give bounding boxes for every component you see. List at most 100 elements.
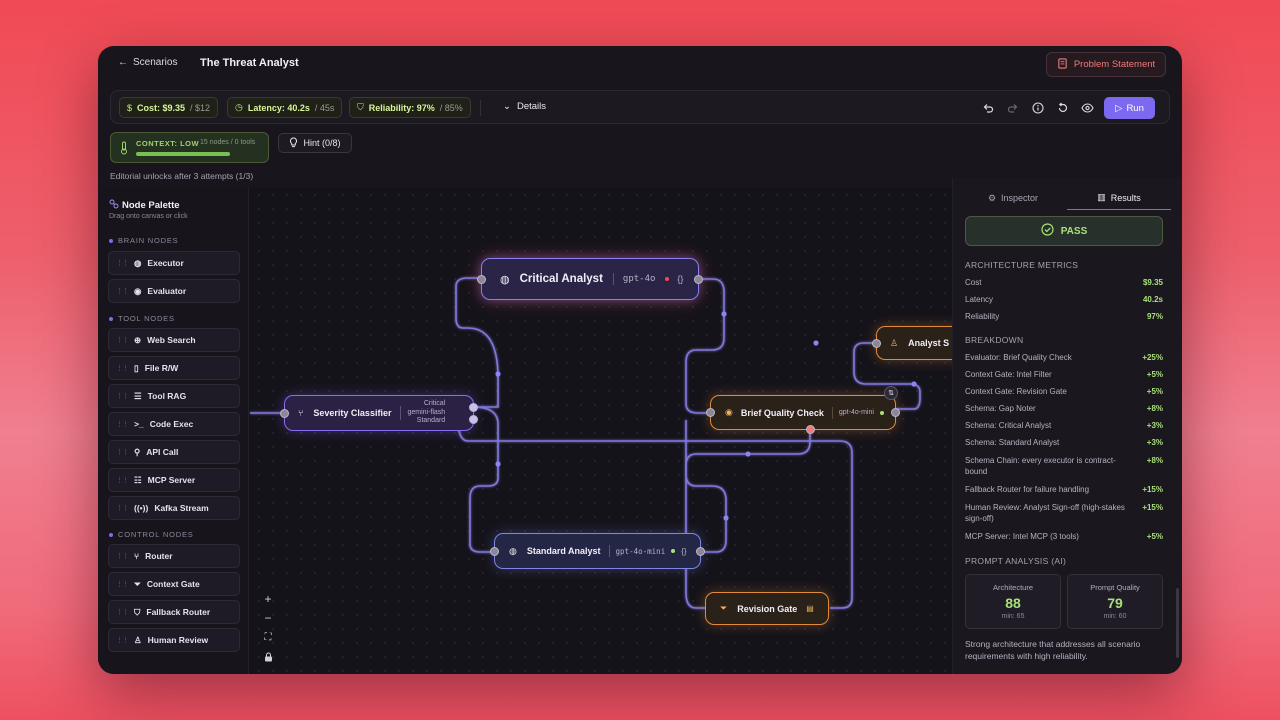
breakdown-row: Context Gate: Revision Gate +5% (965, 387, 1163, 396)
route-standard: Standard (416, 417, 446, 425)
node-title: Analyst S (908, 338, 950, 348)
output-port[interactable] (694, 275, 703, 284)
output-port-critical[interactable] (469, 403, 478, 412)
breakdown-row: Evaluator: Brief Quality Check +25% (965, 353, 1163, 362)
top-bar: ← Scenarios The Threat Analyst Problem S… (98, 46, 1182, 82)
breakdown-row: Human Review: Analyst Sign-off (high-sta… (965, 503, 1163, 523)
fit-view-icon[interactable]: ⛶ (260, 629, 276, 645)
problem-statement-button[interactable]: Problem Statement (1046, 52, 1166, 77)
lock-icon[interactable] (260, 649, 276, 665)
clock-icon: ◷ (235, 102, 243, 112)
node-title: Revision Gate (737, 603, 798, 614)
breakdown-heading: BREAKDOWN (965, 335, 1024, 345)
node-standard-analyst[interactable]: ◍ Standard Analyst gpt-4o-mini {} (490, 533, 705, 569)
details-toggle[interactable]: ⌄ Details (503, 101, 546, 112)
lightbulb-icon (289, 136, 298, 150)
pass-badge: PASS (965, 216, 1163, 246)
node-revision-gate[interactable]: ⏷ Revision Gate ▤ (705, 592, 829, 625)
architecture-score: Architecture 88 min: 65 (965, 574, 1061, 629)
output-port[interactable] (696, 547, 705, 556)
hint-label: Hint (0/8) (303, 138, 341, 148)
architecture-heading: ARCHITECTURE METRICS (965, 260, 1079, 270)
node-critical-analyst[interactable]: ◍ Critical Analyst gpt-4o {} (477, 258, 703, 300)
node-brief-quality-check[interactable]: ◉ Brief Quality Check gpt-4o-mini ⇅ (706, 386, 900, 434)
brain-nodes-heading: BRAIN NODES (109, 236, 178, 245)
route-critical: Critical (423, 400, 446, 408)
input-port[interactable] (872, 339, 881, 348)
palette-item-fallback-router[interactable]: ⋮⋮ ⛉ Fallback Router (108, 600, 240, 624)
dollar-icon: $ (127, 102, 133, 113)
breakdown-row: Schema: Standard Analyst +3% (965, 438, 1163, 447)
cost-limit: / $12 (190, 102, 211, 113)
back-label: Scenarios (133, 57, 178, 68)
tab-results[interactable]: ▥ Results (1067, 186, 1171, 210)
node-model: gpt-4o-mini (838, 409, 874, 416)
palette-item-executor[interactable]: ⋮⋮ ◍ Executor (108, 251, 240, 275)
user-check-icon: ♙ (890, 337, 899, 348)
breakdown-row: MCP Server: Intel MCP (3 tools) +5% (965, 532, 1163, 541)
back-link[interactable]: ← Scenarios (118, 57, 177, 68)
metric-row: Latency 40.2s (965, 295, 1163, 304)
hint-button[interactable]: Hint (0/8) (278, 133, 352, 153)
toolbar: ▷ Run (979, 97, 1155, 119)
swap-icon[interactable]: ⇅ (884, 386, 898, 400)
status-dot (879, 410, 884, 415)
palette-item-context-gate[interactable]: ⋮⋮ ⏷ Context Gate (108, 572, 240, 596)
undo-icon[interactable] (979, 100, 996, 117)
palette-item-file-rw[interactable]: ⋮⋮ ▯ File R/W (108, 356, 240, 380)
info-icon[interactable] (1029, 100, 1046, 117)
output-port[interactable] (891, 408, 900, 417)
node-model: gemini-flash (407, 408, 446, 416)
palette-item-router[interactable]: ⋮⋮ ⑂ Router (108, 544, 240, 568)
node-severity-classifier[interactable]: ⑂ Severity Classifier Critical gemini-fl… (280, 395, 478, 431)
palette-title: Node Palette (122, 200, 180, 211)
node-title: Critical Analyst (519, 273, 603, 285)
schema-badge: {} (677, 274, 684, 284)
reliability-chip: ⛉ Reliability: 97% / 85% (349, 97, 471, 118)
reset-icon[interactable] (1054, 100, 1071, 117)
filter-icon: ⏷ (720, 603, 728, 613)
context-label: CONTEXT: LOW (136, 139, 200, 148)
node-title: Standard Analyst (526, 546, 601, 556)
output-port-standard[interactable] (469, 415, 478, 424)
input-port[interactable] (477, 275, 486, 284)
context-meter: CONTEXT: LOW 15 nodes / 0 tools (110, 132, 269, 163)
filter-icon: ⏷ (134, 578, 141, 589)
webhook-icon: ⚲ (134, 446, 141, 457)
eye-icon[interactable] (1079, 100, 1096, 117)
palette-item-mcp-server[interactable]: ⋮⋮ ☷ MCP Server (108, 468, 240, 492)
cost-chip: $ Cost: $9.35 / $12 (119, 97, 219, 118)
chevron-down-icon: ⌄ (503, 101, 511, 112)
server-icon: ☷ (134, 474, 142, 485)
zoom-out-icon[interactable]: − (260, 610, 276, 626)
palette-item-code-exec[interactable]: ⋮⋮ >_ Code Exec (108, 412, 240, 436)
context-sub: 15 nodes / 0 tools (200, 139, 256, 146)
palette-item-api-call[interactable]: ⋮⋮ ⚲ API Call (108, 440, 240, 464)
palette-item-web-search[interactable]: ⋮⋮ ⊕ Web Search (108, 328, 240, 352)
run-button[interactable]: ▷ Run (1104, 97, 1155, 119)
broadcast-icon: ((•)) (134, 503, 149, 513)
input-port[interactable] (706, 408, 715, 417)
palette-item-human-review[interactable]: ⋮⋮ ♙ Human Review (108, 628, 240, 652)
divider (480, 100, 481, 116)
palette-item-evaluator[interactable]: ⋮⋮ ◉ Evaluator (108, 279, 240, 303)
node-title: Severity Classifier (313, 408, 392, 418)
palette-item-kafka-stream[interactable]: ⋮⋮ ((•)) Kafka Stream (108, 496, 240, 520)
latency-limit: / 45s (314, 102, 335, 113)
redo-icon[interactable] (1004, 100, 1021, 117)
metric-row: Reliability 97% (965, 312, 1163, 321)
zoom-in-icon[interactable]: + (260, 591, 276, 607)
input-port[interactable] (490, 547, 499, 556)
palette-item-tool-rag[interactable]: ⋮⋮ ☰ Tool RAG (108, 384, 240, 408)
tab-inspector[interactable]: ⚙ Inspector (961, 186, 1065, 210)
brain-icon: ◍ (509, 545, 517, 556)
details-label: Details (516, 101, 547, 112)
problem-statement-label: Problem Statement (1073, 59, 1156, 70)
globe-icon: ⊕ (134, 334, 142, 345)
node-title: Brief Quality Check (740, 407, 824, 418)
database-icon: ☰ (134, 390, 142, 401)
fail-port[interactable] (806, 425, 815, 434)
thermometer-icon (121, 141, 127, 155)
input-port[interactable] (280, 409, 289, 418)
scrollbar[interactable] (1176, 588, 1179, 658)
